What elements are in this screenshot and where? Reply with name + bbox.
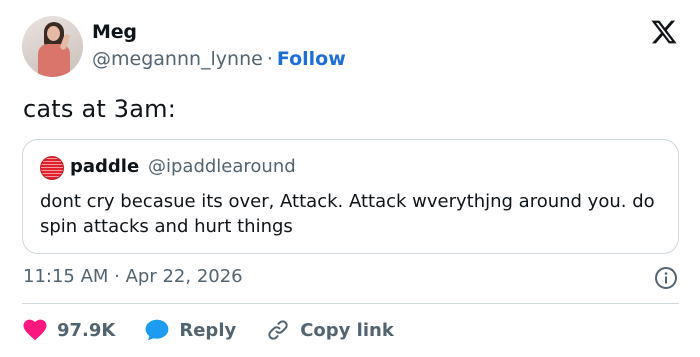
quoted-author-avatar bbox=[40, 156, 64, 180]
quoted-author-name: paddle bbox=[70, 156, 140, 177]
like-count: 97.9K bbox=[57, 319, 116, 341]
tweet-text: cats at 3am: bbox=[23, 95, 177, 123]
like-button[interactable]: 97.9K bbox=[23, 319, 115, 341]
heart-icon bbox=[23, 319, 47, 341]
reply-button[interactable]: Reply bbox=[145, 319, 236, 341]
quoted-tweet-text: dont cry becasue its over, Attack. Attac… bbox=[40, 191, 655, 237]
author-handle[interactable]: @megannn_lynne bbox=[92, 48, 263, 70]
action-bar: 97.9K Reply Copy link bbox=[23, 316, 424, 344]
author-name[interactable]: Meg bbox=[92, 21, 137, 43]
author-avatar[interactable] bbox=[22, 16, 83, 77]
avatar-face bbox=[47, 26, 60, 41]
link-icon bbox=[268, 320, 288, 340]
tweet-timestamp[interactable]: 11:15 AM · Apr 22, 2026 bbox=[23, 266, 243, 287]
divider bbox=[22, 303, 679, 304]
handle-separator: · bbox=[266, 48, 273, 70]
author-handle-row: @megannn_lynne · Follow bbox=[92, 48, 346, 70]
copy-link-button[interactable]: Copy link bbox=[266, 318, 394, 342]
reply-label: Reply bbox=[179, 319, 237, 341]
reply-bubble-icon bbox=[145, 319, 169, 341]
info-icon[interactable] bbox=[654, 266, 678, 290]
follow-button[interactable]: Follow bbox=[277, 48, 346, 70]
copy-link-label: Copy link bbox=[300, 319, 394, 341]
quoted-tweet[interactable]: paddle @ipaddlearound dont cry becasue i… bbox=[22, 139, 679, 254]
quoted-author-handle: @ipaddlearound bbox=[148, 156, 296, 177]
x-logo-icon[interactable] bbox=[650, 18, 678, 46]
